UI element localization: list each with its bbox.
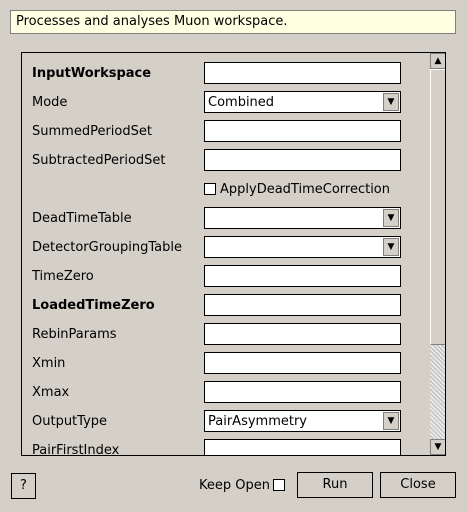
xmin-field[interactable]: [204, 352, 401, 374]
outputtype-value: PairAsymmetry: [208, 414, 307, 429]
mode-select[interactable]: Combined ▼: [204, 91, 401, 113]
summedperiodset-field[interactable]: [204, 120, 401, 142]
chevron-down-icon[interactable]: ▼: [383, 209, 399, 227]
property-row-xmax: Xmax: [32, 381, 401, 403]
property-label: Xmax: [32, 385, 70, 400]
detectorgroupingtable-select[interactable]: ▼: [204, 236, 401, 258]
pairfirstindex-field[interactable]: [204, 439, 401, 455]
property-row-applydeadtimecorrection: ApplyDeadTimeCorrection: [32, 178, 392, 200]
keep-open-toggle[interactable]: Keep Open: [199, 478, 285, 493]
property-label: TimeZero: [32, 269, 94, 284]
xmax-field[interactable]: [204, 381, 401, 403]
property-row-detectorgroupingtable: DetectorGroupingTable ▼: [32, 236, 401, 258]
chevron-down-icon[interactable]: ▼: [383, 238, 399, 256]
property-row-outputtype: OutputType PairAsymmetry ▼: [32, 410, 401, 432]
property-row-summedperiodset: SummedPeriodSet: [32, 120, 401, 142]
property-row-timezero: TimeZero: [32, 265, 401, 287]
applydeadtimecorrection-checkbox[interactable]: ApplyDeadTimeCorrection: [204, 182, 390, 204]
property-row-inputworkspace: InputWorkspace: [32, 62, 401, 84]
close-button[interactable]: Close: [380, 472, 456, 498]
subtractedperiodset-field[interactable]: [204, 149, 401, 171]
mode-value: Combined: [208, 95, 275, 110]
outputtype-select[interactable]: PairAsymmetry ▼: [204, 410, 401, 432]
property-label: DeadTimeTable: [32, 211, 132, 226]
algorithm-description: Processes and analyses Muon workspace.: [10, 10, 456, 34]
property-label: Xmin: [32, 356, 66, 371]
property-row-subtractedperiodset: SubtractedPeriodSet: [32, 149, 401, 171]
property-row-pairfirstindex: PairFirstIndex: [32, 439, 401, 456]
run-button[interactable]: Run: [297, 472, 373, 498]
property-row-xmin: Xmin: [32, 352, 401, 374]
inputworkspace-field[interactable]: [204, 62, 401, 84]
checkbox-label: ApplyDeadTimeCorrection: [220, 182, 390, 197]
property-row-deadtimetable: DeadTimeTable ▼: [32, 207, 401, 229]
rebinparams-field[interactable]: [204, 323, 401, 345]
timezero-field[interactable]: [204, 265, 401, 287]
property-label: SubtractedPeriodSet: [32, 153, 166, 168]
help-button[interactable]: ?: [11, 473, 36, 499]
property-row-loadedtimezero: LoadedTimeZero: [32, 294, 401, 316]
scrollbar-thumb[interactable]: [430, 69, 445, 345]
property-label: InputWorkspace: [32, 66, 152, 81]
scroll-up-icon[interactable]: ▲: [430, 53, 445, 69]
chevron-down-icon[interactable]: ▼: [383, 93, 399, 111]
vertical-scrollbar[interactable]: ▲ ▼: [430, 53, 445, 455]
properties-panel: InputWorkspace Mode Combined ▼ SummedPer…: [21, 52, 446, 456]
property-label: SummedPeriodSet: [32, 124, 152, 139]
deadtimetable-select[interactable]: ▼: [204, 207, 401, 229]
property-label: OutputType: [32, 414, 108, 429]
property-row-rebinparams: RebinParams: [32, 323, 401, 345]
property-label: RebinParams: [32, 327, 117, 342]
loadedtimezero-field[interactable]: [204, 294, 401, 316]
property-label: Mode: [32, 95, 68, 110]
property-label: PairFirstIndex: [32, 443, 120, 456]
chevron-down-icon[interactable]: ▼: [383, 412, 399, 430]
keep-open-label: Keep Open: [199, 478, 270, 493]
checkbox-box[interactable]: [204, 182, 216, 195]
scrollbar-track[interactable]: [430, 345, 445, 439]
property-label: DetectorGroupingTable: [32, 240, 182, 255]
keep-open-checkbox[interactable]: [272, 478, 285, 491]
scroll-down-icon[interactable]: ▼: [430, 439, 445, 455]
property-row-mode: Mode Combined ▼: [32, 91, 401, 113]
property-label: LoadedTimeZero: [32, 298, 155, 313]
